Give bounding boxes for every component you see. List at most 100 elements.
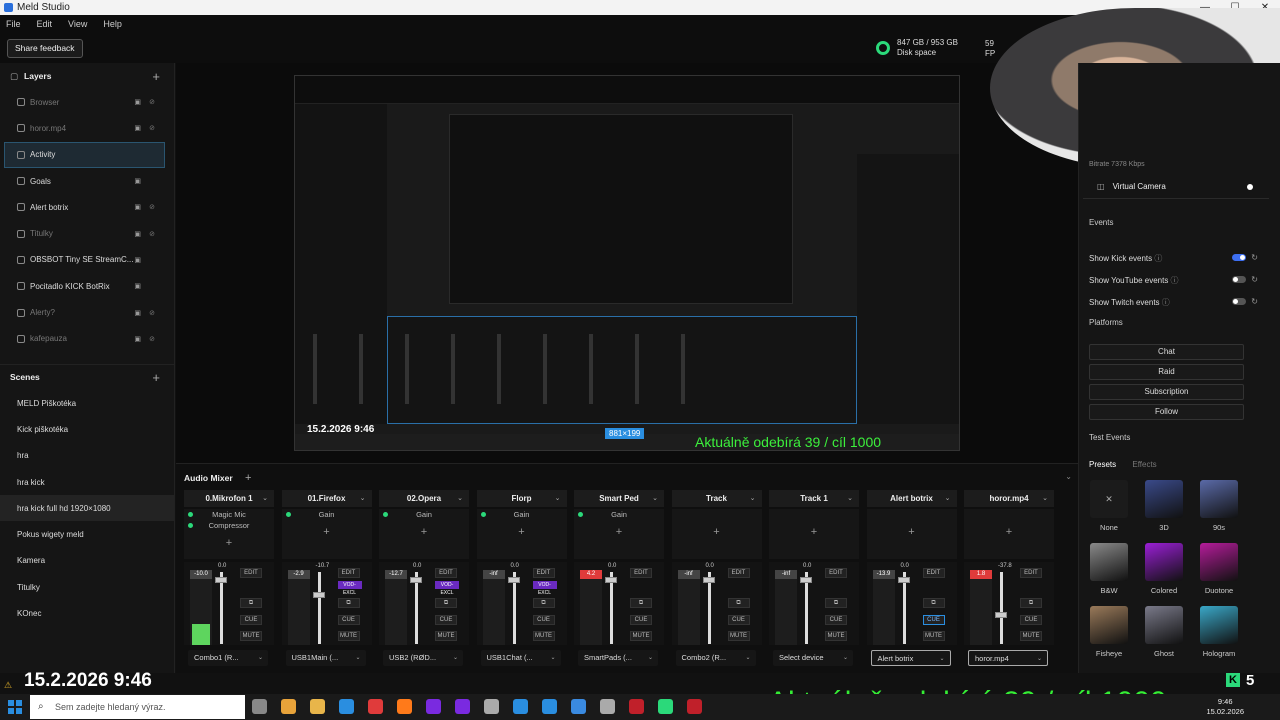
taskbar-app-icon[interactable]	[484, 699, 499, 714]
channel-title[interactable]: 0.Mikrofon 1 ⌄	[184, 490, 274, 507]
chevron-down-icon[interactable]: ⌄	[262, 490, 268, 507]
add-effect-button[interactable]: +	[379, 526, 469, 538]
menu-help[interactable]: Help	[103, 19, 122, 29]
device-select[interactable]: Alert botrix ⌄	[870, 650, 951, 666]
layer-item[interactable]: Pocitadlo KICK BotRix ▣	[0, 273, 174, 299]
taskbar-app-icon[interactable]	[658, 699, 673, 714]
edit-button[interactable]: EDIT	[727, 568, 750, 578]
taskbar-clock[interactable]: 9:46 15.02.2026	[1206, 697, 1244, 717]
tab-effects[interactable]: Effects	[1132, 460, 1156, 469]
device-select[interactable]: Select device ⌄	[773, 650, 853, 666]
edit-button[interactable]: EDIT	[630, 568, 652, 578]
vod-exclude-badge[interactable]: VOD-EXCL	[337, 581, 362, 596]
link-icon[interactable]: ⧉	[1020, 598, 1042, 608]
volume-fader-handle[interactable]	[800, 577, 812, 584]
preset-tile[interactable]: Fisheye	[1089, 603, 1129, 666]
lock-icon[interactable]: ▣	[134, 124, 141, 132]
channel-title[interactable]: Track 1 ⌄	[769, 490, 859, 507]
add-effect-button[interactable]: +	[574, 526, 664, 538]
lock-icon[interactable]: ▣	[134, 309, 141, 317]
scene-item[interactable]: hra kick full hd 1920×1080	[0, 495, 174, 522]
scene-item[interactable]: hra kick	[0, 469, 174, 495]
edit-button[interactable]: EDIT	[240, 568, 262, 578]
edit-button[interactable]: EDIT	[337, 568, 360, 578]
layer-item[interactable]: horor.mp4 ▣ ⊘	[0, 115, 174, 141]
edit-button[interactable]: EDIT	[435, 568, 457, 578]
device-select[interactable]: USB1Chat (... ⌄	[480, 650, 561, 666]
add-effect-button[interactable]: +	[477, 526, 567, 538]
volume-fader-track[interactable]	[317, 572, 321, 644]
preview-canvas[interactable]: 15.2.2026 9:46 Aktuálně odebírá 39 / cíl…	[294, 75, 960, 451]
windows-start-icon[interactable]	[8, 700, 22, 714]
layer-item[interactable]: Alert botrix ▣ ⊘	[0, 194, 174, 220]
virtual-camera-row[interactable]: ◫ Virtual Camera	[1083, 175, 1269, 199]
cue-button[interactable]: CUE	[435, 615, 457, 625]
layer-item[interactable]: Alerty? ▣ ⊘	[0, 299, 174, 325]
menu-edit[interactable]: Edit	[37, 19, 53, 29]
hidden-eye-icon[interactable]: ⊘	[149, 230, 155, 238]
layer-item[interactable]: Activity	[4, 141, 165, 168]
channel-title[interactable]: Track ⌄	[671, 490, 762, 507]
effect-item[interactable]: Gain	[282, 509, 372, 520]
taskbar-app-icon[interactable]	[397, 699, 412, 714]
cue-button[interactable]: CUE	[532, 615, 555, 625]
taskbar-app-icon[interactable]	[571, 699, 586, 714]
scene-item[interactable]: hra	[0, 443, 174, 469]
effect-item[interactable]: Magic Mic	[184, 509, 274, 520]
platform-chat-button[interactable]: Chat	[1089, 344, 1244, 360]
layer-item[interactable]: Titulky ▣ ⊘	[0, 220, 174, 246]
preset-tile[interactable]: B&W	[1089, 540, 1129, 603]
share-feedback-button[interactable]: Share feedback	[7, 39, 83, 58]
chevron-down-icon[interactable]: ⌄	[457, 490, 463, 507]
device-select[interactable]: SmartPads (... ⌄	[578, 650, 658, 666]
cue-button[interactable]: CUE	[630, 615, 652, 625]
add-effect-button[interactable]: +	[672, 526, 762, 538]
platform-follow-button[interactable]: Follow	[1089, 404, 1244, 420]
layer-item[interactable]: Browser ▣ ⊘	[0, 89, 174, 115]
chevron-down-icon[interactable]: ⌄	[360, 490, 366, 507]
lock-icon[interactable]: ▣	[134, 98, 141, 106]
scene-item[interactable]: Titulky	[0, 574, 174, 600]
preset-tile[interactable]: Ghost	[1144, 603, 1184, 666]
device-select[interactable]: USB2 (RØD... ⌄	[383, 650, 463, 666]
lock-icon[interactable]: ▣	[134, 203, 141, 211]
chevron-down-icon[interactable]: ⌄	[1042, 490, 1048, 507]
link-icon[interactable]: ⧉	[435, 598, 457, 608]
add-effect-button[interactable]: +	[282, 526, 372, 538]
lock-icon[interactable]: ▣	[134, 230, 141, 238]
hidden-eye-icon[interactable]: ⊘	[149, 98, 155, 106]
preset-tile[interactable]: Colored	[1144, 540, 1184, 603]
add-audio-source-button[interactable]: +	[245, 472, 251, 484]
cue-button[interactable]: CUE	[240, 615, 262, 625]
lock-icon[interactable]: ▣	[134, 177, 141, 185]
add-layer-button[interactable]: +	[152, 69, 160, 84]
chevron-down-icon[interactable]: ⌄	[555, 490, 561, 507]
mute-button[interactable]: MUTE	[825, 631, 847, 641]
vod-exclude-badge[interactable]: VOD-EXCL	[435, 581, 459, 596]
taskbar-app-icon[interactable]	[513, 699, 528, 714]
scene-item[interactable]: KOnec	[0, 600, 174, 626]
taskbar-app-icon[interactable]	[252, 699, 267, 714]
taskbar-app-icon[interactable]	[455, 699, 470, 714]
refresh-icon[interactable]: ↻	[1251, 297, 1258, 306]
add-scene-button[interactable]: +	[152, 370, 160, 385]
lock-icon[interactable]: ▣	[134, 335, 141, 343]
volume-fader-handle[interactable]	[995, 611, 1007, 618]
chevron-down-icon[interactable]: ⌄	[945, 490, 951, 507]
scene-item[interactable]: MELD Piškotéka	[0, 390, 174, 416]
link-icon[interactable]: ⧉	[727, 598, 750, 608]
link-icon[interactable]: ⧉	[337, 598, 360, 608]
refresh-icon[interactable]: ↻	[1251, 275, 1258, 284]
cue-button[interactable]: CUE	[1020, 615, 1042, 625]
chevron-down-icon[interactable]: ⌄	[750, 490, 756, 507]
channel-title[interactable]: Alert botrix ⌄	[866, 490, 957, 507]
virtual-camera-toggle[interactable]	[1247, 183, 1253, 190]
add-effect-button[interactable]: +	[769, 526, 859, 538]
taskbar-app-icon[interactable]	[339, 699, 354, 714]
layer-item[interactable]: Goals ▣	[0, 168, 174, 194]
volume-fader-handle[interactable]	[215, 577, 227, 584]
layer-item[interactable]: kafepauza ▣ ⊘	[0, 326, 174, 352]
hidden-eye-icon[interactable]: ⊘	[149, 203, 155, 211]
edit-button[interactable]: EDIT	[922, 568, 945, 578]
taskbar-app-icon[interactable]	[310, 699, 325, 714]
